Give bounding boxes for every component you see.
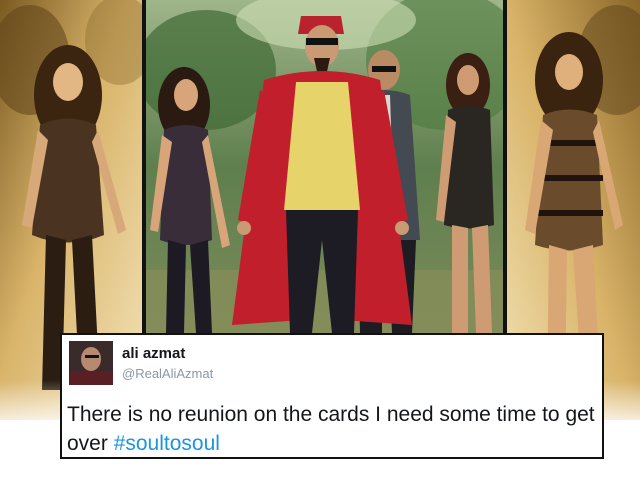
tweet-card: ali azmat @RealAliAzmat There is no reun…: [60, 333, 604, 459]
avatar[interactable]: [69, 341, 113, 385]
band-group-photo: [146, 0, 503, 333]
profile-photo-avatar-icon: [69, 341, 113, 385]
tweet-text: There is no reunion on the cards I need …: [67, 400, 601, 458]
hashtag-link[interactable]: #soultosoul: [114, 432, 220, 455]
meme-image: ali azmat @RealAliAzmat There is no reun…: [0, 0, 640, 480]
tweet-author-name[interactable]: ali azmat: [122, 345, 185, 362]
tweet-author-handle[interactable]: @RealAliAzmat: [122, 366, 213, 381]
center-band-photo-panel: [146, 0, 503, 333]
